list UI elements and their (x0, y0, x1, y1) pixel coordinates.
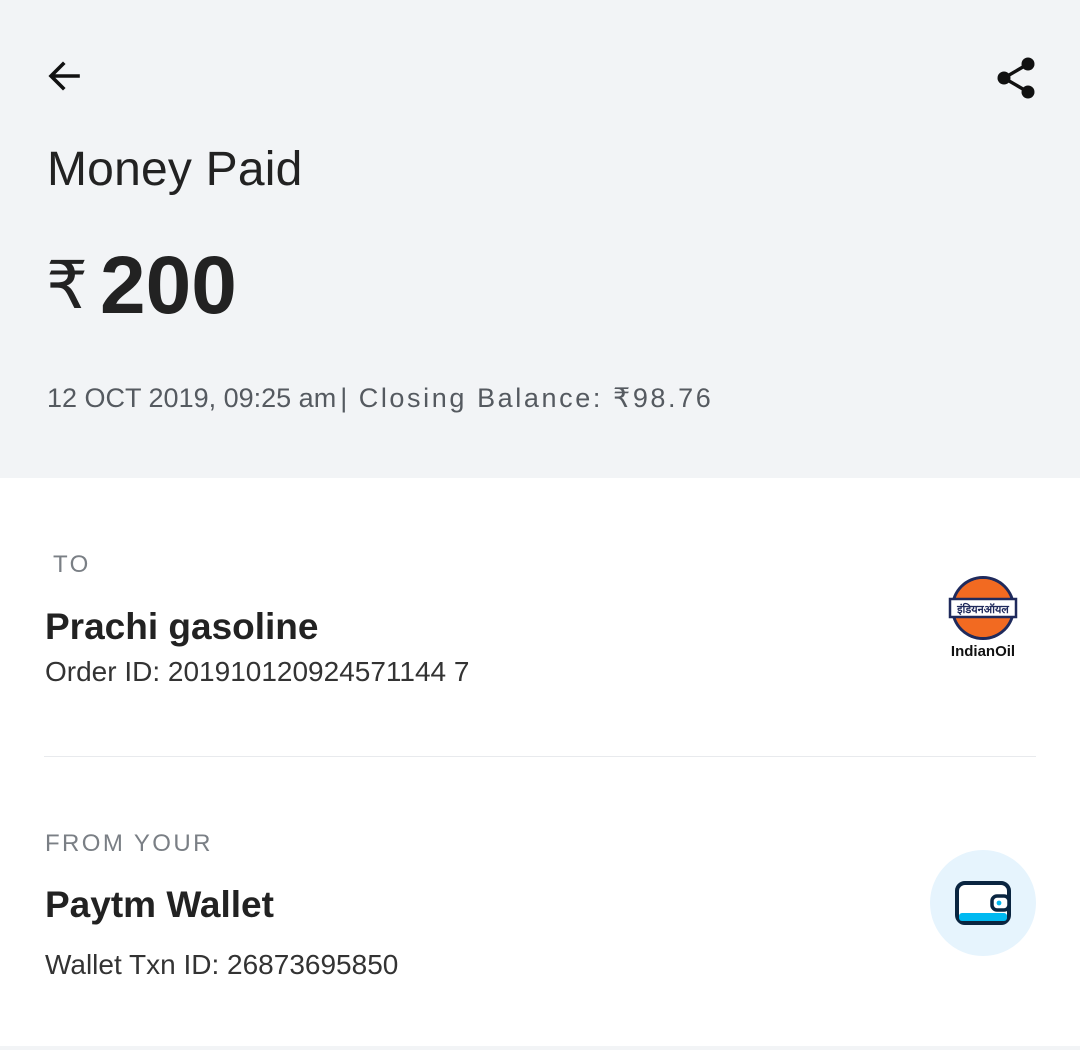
amount-display: ₹ 200 (46, 236, 237, 336)
meta-separator: | (340, 383, 348, 413)
from-label: FROM YOUR (45, 830, 213, 857)
to-label: TO (53, 551, 91, 578)
wallet-txn-id[interactable]: Wallet Txn ID: 26873695850 (45, 949, 398, 981)
bottom-divider (0, 1046, 1080, 1050)
indianoil-caption: IndianOil (950, 643, 1016, 660)
section-divider (44, 756, 1036, 757)
closing-balance: Closing Balance: ₹98.76 (358, 383, 714, 413)
wallet-icon (955, 881, 1011, 925)
source-name: Paytm Wallet (45, 884, 274, 925)
currency-symbol: ₹ (46, 247, 88, 324)
payee-name: Prachi gasoline (45, 606, 319, 647)
share-icon (997, 57, 1035, 99)
page-title: Money Paid (47, 143, 303, 196)
arrow-left-icon (48, 61, 80, 91)
indianoil-logo-text: इंडियनऑयल (956, 602, 1009, 616)
back-button[interactable] (40, 52, 88, 100)
transaction-header: Money Paid ₹ 200 12 OCT 2019, 09:25 am | … (0, 0, 1080, 478)
transaction-datetime: 12 OCT 2019, 09:25 am (47, 383, 337, 413)
wallet-icon-badge (930, 850, 1036, 956)
order-id[interactable]: Order ID: 201910120924571144 7 (45, 656, 469, 688)
transaction-meta: 12 OCT 2019, 09:25 am | Closing Balance: … (47, 383, 713, 414)
amount-value: 200 (100, 240, 237, 331)
share-button[interactable] (990, 52, 1042, 104)
